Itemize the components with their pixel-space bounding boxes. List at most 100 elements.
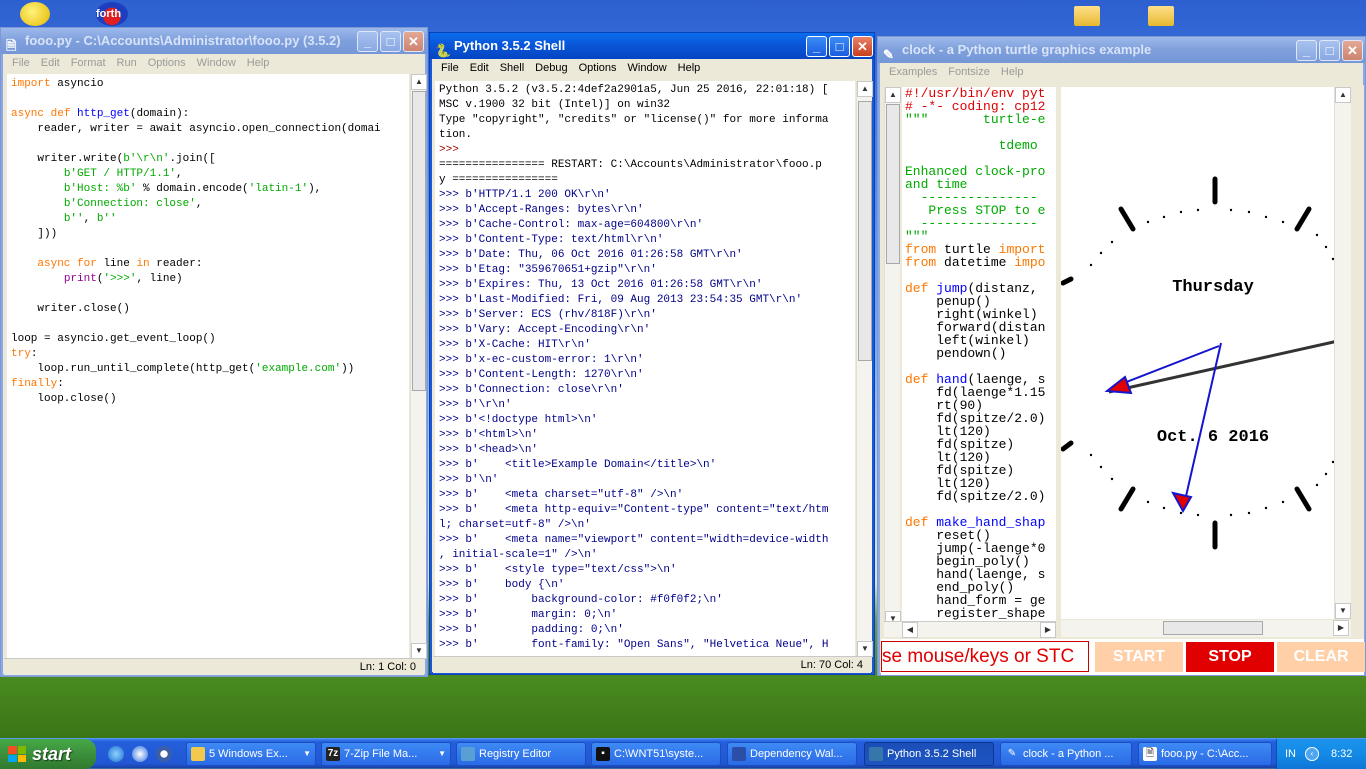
- shell-menubar: File Edit Shell Debug Options Window Help: [433, 59, 871, 78]
- language-indicator[interactable]: IN: [1285, 739, 1296, 769]
- minimize-button[interactable]: _: [1296, 40, 1317, 61]
- media-player-icon[interactable]: [156, 746, 172, 762]
- start-button[interactable]: start: [0, 739, 96, 769]
- menu-help[interactable]: Help: [674, 59, 708, 78]
- taskbar-item-label: 5 Windows Ex...: [209, 748, 288, 760]
- stop-button[interactable]: STOP: [1186, 642, 1274, 672]
- taskbar-item-dependency-walker[interactable]: Dependency Wal...: [727, 742, 857, 766]
- menu-file[interactable]: File: [8, 54, 37, 73]
- document-icon: 🗎: [1143, 747, 1157, 761]
- windows-logo-icon: [8, 746, 26, 762]
- browser-icon[interactable]: [132, 746, 148, 762]
- menu-window[interactable]: Window: [624, 59, 674, 78]
- taskbar-item-registry-editor[interactable]: Registry Editor: [456, 742, 586, 766]
- turtle-menubar: Examples Fontsize Help: [881, 63, 1362, 82]
- editor-scrollbar[interactable]: ▲ ▼: [410, 74, 427, 659]
- scroll-right-button[interactable]: ▶: [1040, 622, 1056, 638]
- tray-expand-icon[interactable]: ‹: [1305, 747, 1319, 761]
- scroll-up-button[interactable]: ▲: [857, 81, 873, 97]
- smiley-icon[interactable]: [20, 2, 50, 26]
- menu-fontsize[interactable]: Fontsize: [944, 63, 997, 82]
- second-hand: [1108, 339, 1339, 394]
- taskbar-item-python-shell[interactable]: Python 3.5.2 Shell: [864, 742, 994, 766]
- close-button[interactable]: ✕: [403, 31, 424, 52]
- taskbar-item-7zip[interactable]: 7z 7-Zip File Ma... ▼: [321, 742, 451, 766]
- maximize-button[interactable]: □: [829, 36, 850, 57]
- forth-icon[interactable]: forth: [96, 2, 128, 26]
- taskbar-item-fooo-editor[interactable]: 🗎 fooo.py - C:\Acc...: [1138, 742, 1272, 766]
- folder-icon-2[interactable]: [1148, 6, 1174, 26]
- menu-examples[interactable]: Examples: [885, 63, 944, 82]
- dependency-icon: [732, 747, 746, 761]
- date-label: Oct. 6 2016: [1156, 428, 1270, 447]
- dropdown-arrow-icon: ▼: [303, 749, 311, 758]
- editor-window: 🗎 fooo.py - C:\Accounts\Administrator\foo…: [0, 27, 428, 677]
- editor-code[interactable]: import asyncio async def http_get(domain…: [7, 74, 409, 659]
- start-label: start: [32, 744, 72, 764]
- clock-canvas[interactable]: Thursday Oct. 6 2016: [1061, 87, 1351, 619]
- scroll-thumb[interactable]: [886, 104, 900, 264]
- menu-help[interactable]: Help: [243, 54, 277, 73]
- shell-window: 🐍 Python 3.5.2 Shell _ □ ✕ File Edit Shell D…: [429, 32, 875, 675]
- menu-shell[interactable]: Shell: [496, 59, 531, 78]
- scroll-right-button[interactable]: ▶: [1333, 620, 1349, 636]
- menu-run[interactable]: Run: [113, 54, 144, 73]
- taskbar-item-label: C:\WNT51\syste...: [614, 748, 704, 760]
- scroll-up-button[interactable]: ▲: [1335, 87, 1351, 103]
- console-icon: ▪: [596, 747, 610, 761]
- menu-window[interactable]: Window: [193, 54, 243, 73]
- shell-title: Python 3.5.2 Shell: [454, 38, 566, 53]
- menu-edit[interactable]: Edit: [37, 54, 67, 73]
- close-button[interactable]: ✕: [1342, 40, 1363, 61]
- scroll-left-button[interactable]: ◀: [902, 622, 918, 638]
- demo-code-hscrollbar[interactable]: ◀ ▶: [884, 621, 1056, 638]
- clear-button[interactable]: CLEAR: [1277, 642, 1365, 672]
- menu-options[interactable]: Options: [575, 59, 624, 78]
- taskbar-item-label: Dependency Wal...: [750, 748, 843, 760]
- folder-icon[interactable]: [1074, 6, 1100, 26]
- 7zip-icon: 7z: [326, 747, 340, 761]
- feather-icon: ✎: [1007, 748, 1017, 759]
- forth-icon-label: forth: [96, 8, 122, 20]
- maximize-button[interactable]: □: [380, 31, 401, 52]
- scroll-up-button[interactable]: ▲: [411, 74, 427, 90]
- taskbar-item-label: Registry Editor: [479, 748, 552, 760]
- menu-format[interactable]: Format: [67, 54, 113, 73]
- scroll-thumb[interactable]: [1163, 621, 1263, 635]
- internet-explorer-icon[interactable]: [108, 746, 124, 762]
- scroll-thumb[interactable]: [858, 101, 872, 361]
- minimize-button[interactable]: _: [357, 31, 378, 52]
- taskbar-item-command-prompt[interactable]: ▪ C:\WNT51\syste...: [591, 742, 721, 766]
- minimize-button[interactable]: _: [806, 36, 827, 57]
- scroll-down-button[interactable]: ▼: [857, 641, 873, 657]
- canvas-scrollbar[interactable]: ▲ ▼: [1334, 87, 1351, 619]
- menu-help[interactable]: Help: [997, 63, 1031, 82]
- shell-scrollbar[interactable]: ▲ ▼: [856, 81, 873, 657]
- maximize-button[interactable]: □: [1319, 40, 1340, 61]
- scroll-up-button[interactable]: ▲: [885, 87, 901, 103]
- turtle-title: clock - a Python turtle graphics example: [902, 42, 1152, 57]
- editor-title: fooo.py - C:\Accounts\Administrator\fooo…: [25, 33, 341, 48]
- demo-code[interactable]: #!/usr/bin/env pyt # -*- coding: cp12 ""…: [902, 87, 1056, 627]
- menu-debug[interactable]: Debug: [531, 59, 574, 78]
- control-bar: se mouse/keys or STC START STOP CLEAR: [881, 639, 1365, 675]
- demo-code-scrollbar[interactable]: ▲ ▼: [884, 87, 901, 627]
- shell-statusbar: Ln: 70 Col: 4: [433, 656, 871, 673]
- start-button[interactable]: START: [1095, 642, 1183, 672]
- editor-statusbar: Ln: 1 Col: 0: [4, 658, 424, 675]
- turtle-titlebar[interactable]: ✎ clock - a Python turtle graphics exampl…: [878, 37, 1365, 63]
- menu-options[interactable]: Options: [144, 54, 193, 73]
- scroll-thumb[interactable]: [412, 91, 426, 391]
- canvas-hscrollbar[interactable]: ▶: [1061, 620, 1351, 637]
- close-button[interactable]: ✕: [852, 36, 873, 57]
- scroll-down-button[interactable]: ▼: [1335, 603, 1351, 619]
- menu-file[interactable]: File: [437, 59, 466, 78]
- shell-output[interactable]: Python 3.5.2 (v3.5.2:4def2a2901a5, Jun 2…: [435, 81, 855, 657]
- registry-icon: [461, 747, 475, 761]
- taskbar-item-clock-demo[interactable]: ✎ clock - a Python ...: [1000, 742, 1132, 766]
- menu-edit[interactable]: Edit: [466, 59, 496, 78]
- scroll-down-button[interactable]: ▼: [411, 643, 427, 659]
- hour-hand: [1183, 342, 1222, 506]
- quick-launch: [104, 745, 182, 763]
- taskbar-item-windows-explorer[interactable]: 5 Windows Ex... ▼: [186, 742, 316, 766]
